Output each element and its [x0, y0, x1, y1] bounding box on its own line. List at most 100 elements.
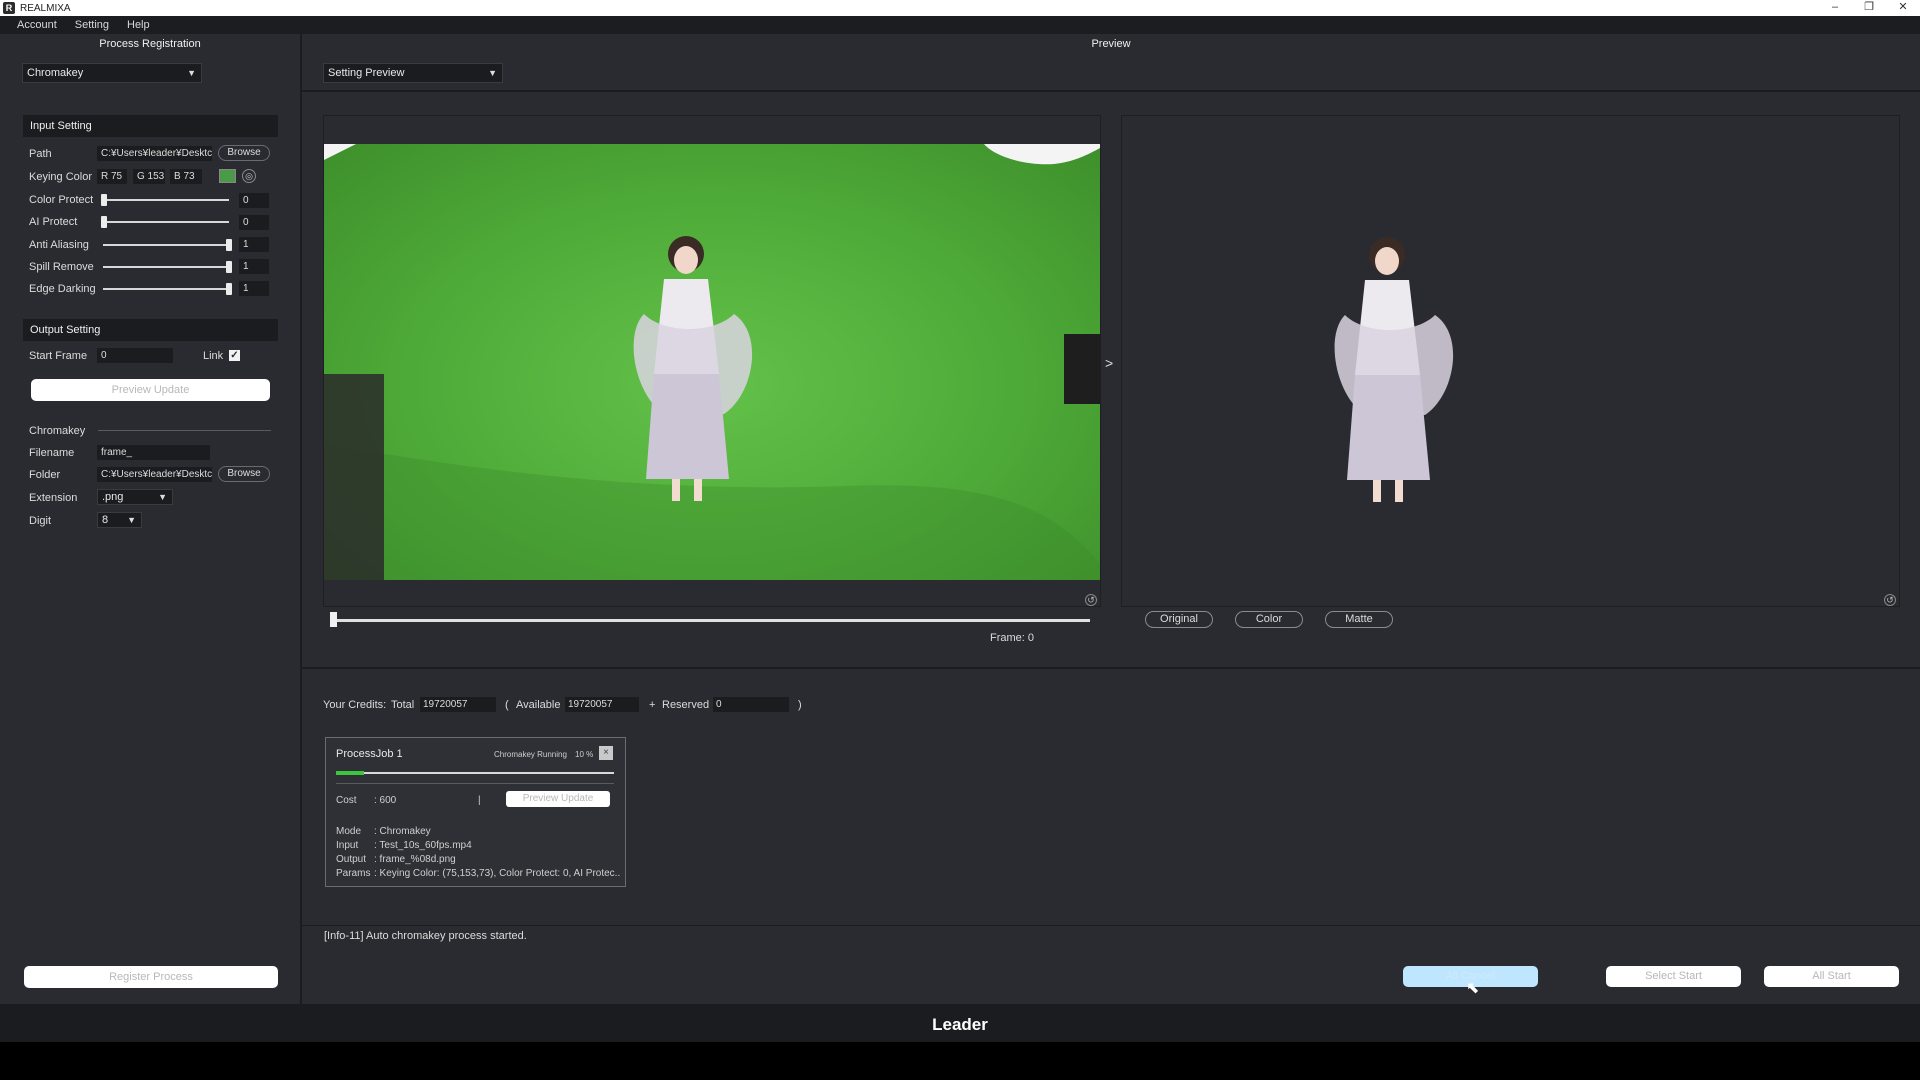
- preview-update-button[interactable]: Preview Update: [31, 379, 270, 401]
- frame-value: 0: [1027, 632, 1035, 644]
- preview-mode-select[interactable]: Setting Preview ▼: [323, 63, 503, 83]
- edge-darking-slider[interactable]: [103, 288, 229, 290]
- ai-protect-thumb[interactable]: [101, 216, 107, 228]
- app-title: REALMIXA: [20, 2, 71, 14]
- app-logo-icon: R: [3, 2, 15, 14]
- color-protect-value[interactable]: 0: [239, 193, 269, 208]
- output-folder-field[interactable]: C:¥Users¥leader¥Desktc: [97, 467, 212, 482]
- job-output-value: : frame_%08d.png: [374, 854, 456, 865]
- link-checkbox[interactable]: ✓: [229, 350, 240, 361]
- green-screen-scene: [324, 144, 1100, 580]
- path-label: Path: [29, 148, 52, 160]
- anti-aliasing-slider[interactable]: [103, 244, 229, 246]
- frame-label: Frame:: [990, 632, 1025, 644]
- job-close-icon[interactable]: ×: [599, 746, 613, 760]
- filename-field[interactable]: frame_: [97, 445, 210, 460]
- anti-aliasing-label: Anti Aliasing: [29, 239, 89, 251]
- frame-indicator: Frame: 0: [990, 632, 1034, 644]
- extension-label: Extension: [29, 492, 78, 504]
- job-mode-label: Mode: [336, 826, 362, 837]
- frame-seek-thumb[interactable]: [330, 612, 337, 627]
- menu-help[interactable]: Help: [127, 19, 150, 31]
- process-job-card[interactable]: ProcessJob 1 Chromakey Running 10 % × Co…: [325, 737, 626, 887]
- menu-account[interactable]: Account: [17, 19, 57, 31]
- spill-remove-label: Spill Remove: [29, 261, 94, 273]
- spill-remove-value[interactable]: 1: [239, 259, 269, 274]
- restore-button[interactable]: ❐: [1852, 0, 1886, 16]
- job-percent: 10 %: [575, 750, 594, 759]
- job-params-value: : Keying Color: (75,153,73), Color Prote…: [374, 868, 620, 879]
- edge-darking-value[interactable]: 1: [239, 281, 269, 296]
- credits-total-value: 19720057: [420, 697, 496, 712]
- job-cost-label: Cost: [336, 795, 357, 806]
- process-type-select[interactable]: Chromakey ▼: [22, 63, 202, 83]
- edge-darking-thumb[interactable]: [226, 283, 232, 295]
- keying-r-field[interactable]: R 75: [97, 169, 127, 184]
- input-setting-title: Input Setting: [23, 115, 278, 137]
- job-status: Chromakey Running: [494, 750, 567, 759]
- keying-color-label: Keying Color: [29, 171, 92, 183]
- credits-reserved-value: 0: [713, 697, 789, 712]
- job-name: ProcessJob 1: [336, 748, 403, 760]
- color-protect-slider[interactable]: [103, 199, 229, 201]
- keyed-result-frame: [1334, 237, 1454, 502]
- keying-color-swatch[interactable]: [219, 169, 236, 183]
- start-frame-field[interactable]: 0: [97, 348, 173, 363]
- panel-title: Process Registration: [0, 34, 300, 54]
- reset-result-view-icon[interactable]: ↺: [1884, 594, 1896, 606]
- menu-bar: Account Setting Help: [0, 16, 1920, 34]
- next-arrow-icon: >: [1105, 355, 1114, 371]
- credits-total-label: Total: [391, 699, 415, 711]
- output-setting-title: Output Setting: [23, 319, 278, 341]
- brand-footer: Leader: [0, 1004, 1920, 1042]
- close-window-button[interactable]: ✕: [1886, 0, 1920, 16]
- original-video-frame: [324, 144, 1100, 580]
- input-path-field[interactable]: C:¥Users¥leader¥Desktc: [97, 146, 212, 161]
- credits-available-label: Available: [516, 699, 561, 711]
- person-figure: [633, 236, 753, 501]
- menu-setting[interactable]: Setting: [75, 19, 109, 31]
- keying-b-field[interactable]: B 73: [170, 169, 202, 184]
- digit-value: 8: [102, 514, 109, 526]
- job-mode-value: : Chromakey: [374, 826, 431, 837]
- job-divider: [336, 783, 614, 784]
- reset-view-icon[interactable]: ↺: [1085, 594, 1097, 606]
- extension-select[interactable]: .png ▼: [97, 489, 173, 505]
- register-process-button[interactable]: Register Process: [24, 966, 278, 988]
- status-message: [Info-11] Auto chromakey process started…: [324, 930, 527, 942]
- credits-label: Your Credits:: [323, 699, 387, 711]
- job-params-label: Params: [336, 868, 371, 879]
- output-browse-button[interactable]: Browse: [218, 466, 270, 482]
- select-start-button[interactable]: Select Start: [1606, 966, 1741, 987]
- ai-protect-value[interactable]: 0: [239, 215, 269, 230]
- edge-darking-label: Edge Darking: [29, 283, 96, 295]
- spill-remove-slider[interactable]: [103, 266, 229, 268]
- anti-aliasing-thumb[interactable]: [226, 239, 232, 251]
- frame-seek-track[interactable]: [330, 619, 1090, 622]
- window-controls: – ❐ ✕: [1818, 0, 1920, 16]
- extension-value: .png: [102, 491, 124, 503]
- chevron-down-icon: ▼: [187, 68, 196, 78]
- anti-aliasing-value[interactable]: 1: [239, 237, 269, 252]
- job-progress-track: [336, 771, 614, 775]
- eyedropper-icon[interactable]: ◎: [242, 169, 256, 183]
- credits-open-paren: (: [505, 699, 509, 711]
- input-browse-button[interactable]: Browse: [218, 145, 270, 161]
- color-view-button[interactable]: Color: [1235, 611, 1303, 628]
- digit-select[interactable]: 8 ▼: [97, 512, 142, 528]
- job-cost-value: : 600: [374, 795, 397, 806]
- chevron-down-icon: ▼: [127, 515, 136, 525]
- job-output-label: Output: [336, 854, 367, 865]
- credits-reserved-label: Reserved: [662, 699, 710, 711]
- color-protect-thumb[interactable]: [101, 194, 107, 206]
- brand-logo: Leader: [932, 1015, 988, 1034]
- spill-remove-thumb[interactable]: [226, 261, 232, 273]
- matte-view-button[interactable]: Matte: [1325, 611, 1393, 628]
- ai-protect-slider[interactable]: [103, 221, 229, 223]
- chevron-down-icon: ▼: [158, 492, 167, 502]
- all-start-button[interactable]: All Start: [1764, 966, 1899, 987]
- job-preview-update-button[interactable]: Preview Update: [506, 791, 610, 807]
- original-view-button[interactable]: Original: [1145, 611, 1213, 628]
- keying-g-field[interactable]: G 153: [133, 169, 165, 184]
- minimize-button[interactable]: –: [1818, 0, 1852, 16]
